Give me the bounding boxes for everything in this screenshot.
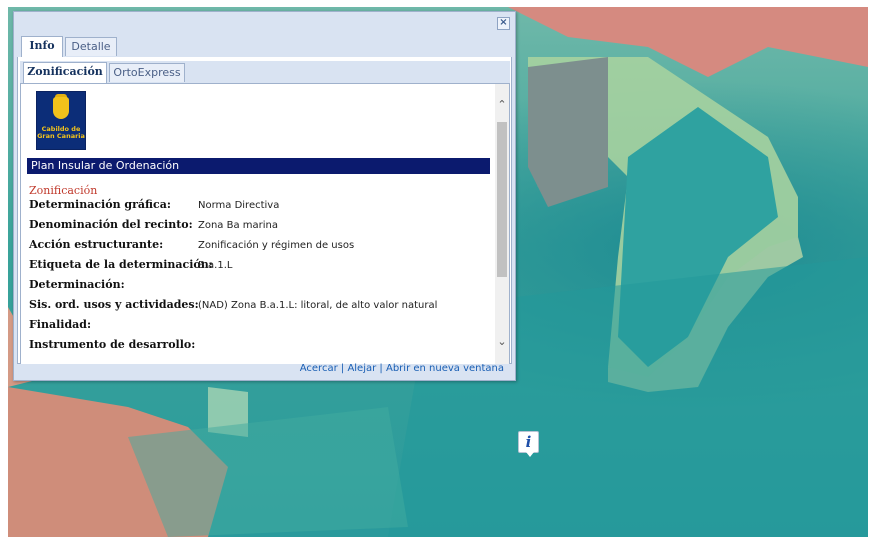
zonificacion-panel: Cabildo de Gran Canaria Plan Insular de …: [20, 84, 510, 364]
outer-tab-bar: Info Detalle: [17, 35, 512, 58]
row-value: (NAD) Zona B.a.1.L: litoral, de alto val…: [198, 300, 438, 311]
inner-tab-bar: Zonificación OrtoExpress: [20, 61, 510, 84]
row-label: Finalidad:: [29, 318, 92, 331]
scroll-up-chevron-icon[interactable]: ⌃: [495, 98, 509, 112]
row-label: Sis. ord. usos y actividades:: [29, 298, 199, 311]
info-marker-glyph: i: [525, 433, 532, 451]
link-separator: |: [340, 363, 345, 374]
scroll-down-chevron-icon[interactable]: ⌄: [495, 335, 509, 349]
info-popup: × Info Detalle Zonificación OrtoExpress …: [13, 11, 516, 381]
logo-text-line2: Gran Canaria: [37, 132, 85, 140]
close-button[interactable]: ×: [497, 17, 510, 30]
tab-ortoexpress[interactable]: OrtoExpress: [109, 63, 185, 82]
content-scrollbar[interactable]: ⌃ ⌄: [495, 84, 509, 364]
tab-zonificacion[interactable]: Zonificación: [23, 62, 107, 83]
open-new-window-link[interactable]: Abrir en nueva ventana: [386, 363, 504, 374]
cabildo-logo: Cabildo de Gran Canaria: [36, 91, 86, 150]
info-marker-icon[interactable]: i: [518, 431, 539, 457]
row-label: Determinación:: [29, 278, 125, 291]
link-separator: |: [379, 363, 383, 374]
dock-area: [528, 57, 608, 207]
section-title: Plan Insular de Ordenación: [27, 158, 490, 174]
row-label: Acción estructurante:: [29, 238, 164, 251]
zoom-out-link[interactable]: Alejar: [347, 363, 376, 374]
row-value: Norma Directiva: [198, 200, 280, 211]
row-label: Etiqueta de la determinación:: [29, 258, 213, 271]
logo-text: Cabildo de Gran Canaria: [37, 126, 85, 140]
popup-footer-links: Acercar | Alejar | Abrir en nueva ventan…: [300, 363, 504, 374]
scroll-thumb[interactable]: [497, 122, 507, 277]
tab-info[interactable]: Info: [21, 36, 63, 57]
row-label: Instrumento de desarrollo:: [29, 338, 196, 351]
row-value: Zona Ba marina: [198, 220, 279, 231]
row-label: Determinación gráfica:: [29, 198, 171, 211]
row-value: B.a.1.L: [198, 260, 233, 271]
tab-detalle[interactable]: Detalle: [65, 37, 117, 56]
info-marker-pin: [526, 452, 534, 457]
zoom-in-link[interactable]: Acercar: [300, 363, 338, 374]
crest-shield-icon: [53, 97, 69, 119]
zonificacion-content: Cabildo de Gran Canaria Plan Insular de …: [21, 84, 496, 364]
zoning-heading: Zonificación: [29, 184, 98, 197]
row-value: Zonificación y régimen de usos: [198, 240, 355, 251]
row-label: Denominación del recinto:: [29, 218, 193, 231]
